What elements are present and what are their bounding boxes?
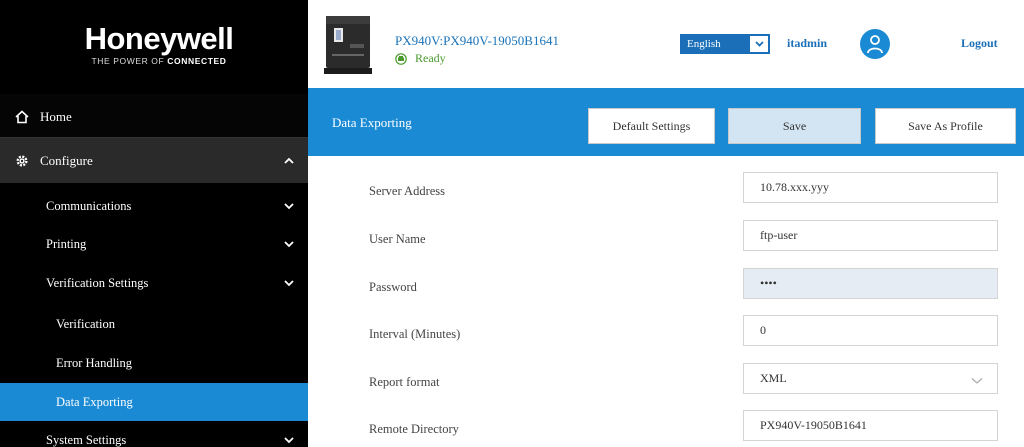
home-icon bbox=[14, 109, 30, 125]
server-address-label: Server Address bbox=[369, 184, 446, 198]
sidebar-item-label: Communications bbox=[46, 198, 132, 213]
user-name-input[interactable]: ftp-user bbox=[743, 220, 998, 251]
report-format-label: Report format bbox=[369, 375, 440, 389]
user-name-row: User Name ftp-user bbox=[308, 220, 1024, 260]
password-input[interactable]: •••• bbox=[743, 268, 998, 299]
gear-icon bbox=[14, 153, 30, 169]
sidebar-item-label: Verification Settings bbox=[46, 275, 149, 290]
language-value: English bbox=[687, 38, 721, 50]
sidebar-item-data-exporting[interactable]: Data Exporting bbox=[0, 383, 308, 421]
device-status: Ready bbox=[395, 51, 446, 66]
chevron-down-icon bbox=[750, 36, 768, 52]
chevron-down-icon bbox=[284, 202, 294, 210]
sidebar-item-error-handling[interactable]: Error Handling bbox=[0, 344, 308, 382]
password-label: Password bbox=[369, 280, 417, 294]
server-address-row: Server Address 10.78.xxx.yyy bbox=[308, 172, 1024, 212]
report-format-row: Report format XML bbox=[308, 363, 1024, 403]
interval-row: Interval (Minutes) 0 bbox=[308, 315, 1024, 355]
tagline-bold: CONNECTED bbox=[167, 55, 227, 66]
remote-directory-row: Remote Directory PX940V-19050B1641 bbox=[308, 410, 1024, 447]
sidebar-item-label: System Settings bbox=[46, 432, 127, 447]
printer-image bbox=[320, 14, 376, 76]
sidebar-item-system-settings[interactable]: System Settings bbox=[0, 421, 308, 447]
chevron-down-icon bbox=[284, 240, 294, 248]
remote-directory-label: Remote Directory bbox=[369, 422, 459, 436]
sidebar-item-verification[interactable]: Verification bbox=[0, 305, 308, 343]
remote-directory-input[interactable]: PX940V-19050B1641 bbox=[743, 410, 998, 441]
chevron-up-icon bbox=[284, 157, 294, 164]
chevron-down-icon bbox=[284, 436, 294, 444]
device-name: PX940V:PX940V-19050B1641 bbox=[395, 33, 559, 48]
sidebar-item-label: Verification bbox=[56, 316, 116, 331]
interval-label: Interval (Minutes) bbox=[369, 327, 461, 341]
page-title: Data Exporting bbox=[332, 115, 412, 130]
save-button[interactable]: Save bbox=[728, 108, 861, 144]
tagline-prefix: THE POWER OF bbox=[91, 55, 168, 66]
logout-link[interactable]: Logout bbox=[961, 36, 998, 51]
chevron-down-icon bbox=[284, 279, 294, 287]
interval-input[interactable]: 0 bbox=[743, 315, 998, 346]
brand-name: Honeywell bbox=[84, 20, 234, 56]
language-select[interactable]: English bbox=[680, 34, 770, 54]
sidebar-item-label: Home bbox=[40, 109, 72, 124]
report-format-value: XML bbox=[760, 371, 787, 385]
sidebar: Honeywell THE POWER OF CONNECTED Home Co… bbox=[0, 0, 308, 447]
sidebar-item-printing[interactable]: Printing bbox=[0, 225, 308, 263]
sidebar-item-verification-settings[interactable]: Verification Settings bbox=[0, 264, 308, 302]
chevron-down-icon bbox=[971, 374, 983, 389]
server-address-input[interactable]: 10.78.xxx.yyy bbox=[743, 172, 998, 203]
printer-status-icon bbox=[395, 52, 407, 65]
default-settings-button[interactable]: Default Settings bbox=[588, 108, 715, 144]
user-avatar-icon[interactable] bbox=[860, 29, 890, 59]
user-name-label: User Name bbox=[369, 232, 426, 246]
page-toolbar: Data Exporting Default Settings Save Sav… bbox=[308, 88, 1024, 156]
header: PX940V:PX940V-19050B1641 Ready English i… bbox=[308, 0, 1024, 88]
sidebar-item-label: Printing bbox=[46, 236, 87, 251]
sidebar-item-label: Error Handling bbox=[56, 355, 133, 370]
sidebar-item-communications[interactable]: Communications bbox=[0, 187, 308, 225]
brand-tagline: THE POWER OF CONNECTED bbox=[91, 56, 226, 66]
status-text: Ready bbox=[415, 51, 446, 65]
sidebar-item-label: Configure bbox=[40, 152, 93, 168]
save-as-profile-button[interactable]: Save As Profile bbox=[875, 108, 1016, 144]
honeywell-logo: Honeywell THE POWER OF CONNECTED bbox=[0, 0, 308, 88]
sidebar-item-home[interactable]: Home bbox=[0, 94, 308, 140]
sidebar-item-label: Data Exporting bbox=[56, 394, 133, 409]
password-row: Password •••• bbox=[308, 268, 1024, 308]
username[interactable]: itadmin bbox=[787, 36, 827, 51]
report-format-select[interactable]: XML bbox=[743, 363, 998, 394]
sidebar-item-configure[interactable]: Configure bbox=[0, 137, 308, 183]
